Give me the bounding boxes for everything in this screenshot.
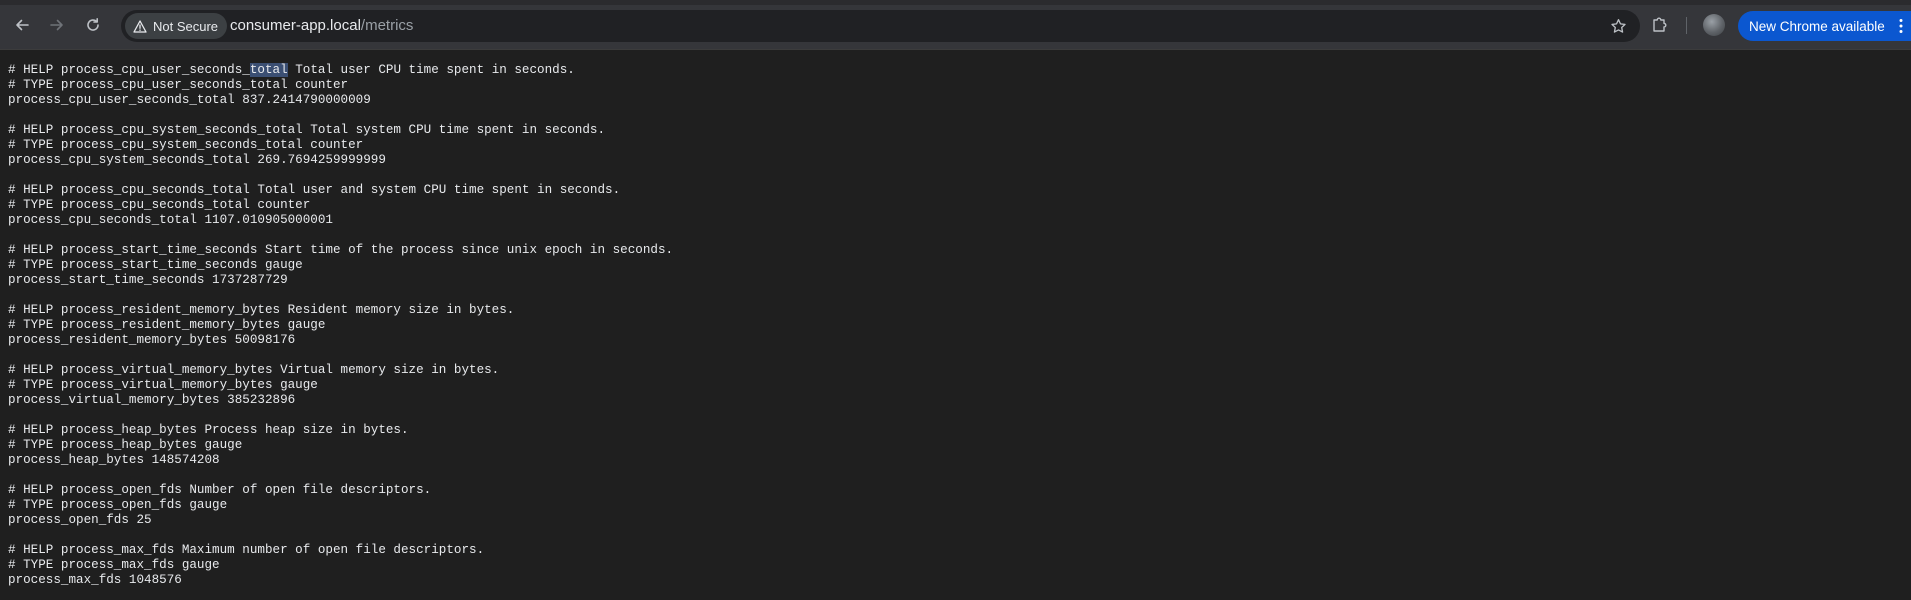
- extensions-button[interactable]: [1648, 13, 1672, 37]
- metrics-line-first: # HELP process_cpu_user_seconds_total To…: [8, 63, 575, 77]
- reload-button[interactable]: [80, 12, 106, 38]
- update-label: New Chrome available: [1749, 18, 1885, 34]
- url-path: /metrics: [360, 17, 414, 34]
- forward-arrow-icon: [50, 19, 63, 31]
- metrics-body: # TYPE process_cpu_user_seconds_total co…: [8, 78, 674, 587]
- toolbar-divider: [1686, 17, 1687, 34]
- forward-button[interactable]: [44, 12, 70, 38]
- browser-toolbar: Not Secure consumer-app.local/metrics Ne…: [0, 0, 1911, 50]
- security-label: Not Secure: [153, 18, 219, 34]
- puzzle-icon: [1653, 17, 1667, 32]
- selected-text: total: [249, 63, 288, 77]
- metrics-line-first-suffix: Total user CPU time spent in seconds.: [287, 63, 575, 77]
- back-button[interactable]: [9, 12, 35, 38]
- reload-icon: [87, 18, 99, 31]
- metrics-line-first-prefix: # HELP process_cpu_user_seconds_: [8, 63, 250, 77]
- kebab-menu-icon[interactable]: [1899, 18, 1903, 34]
- back-arrow-icon: [16, 19, 29, 31]
- metrics-text: # HELP process_cpu_user_seconds_total To…: [0, 51, 1911, 588]
- profile-avatar[interactable]: [1703, 14, 1725, 36]
- new-chrome-available-button[interactable]: New Chrome available: [1738, 11, 1911, 41]
- security-chip[interactable]: Not Secure: [125, 13, 228, 39]
- address-bar[interactable]: Not Secure consumer-app.local/metrics: [121, 10, 1640, 42]
- url-host: consumer-app.local: [230, 17, 361, 34]
- page-content: # HELP process_cpu_user_seconds_total To…: [0, 51, 1911, 600]
- tab-strip: [0, 0, 1911, 5]
- bookmark-star-button[interactable]: [1608, 16, 1628, 36]
- star-icon: [1610, 18, 1626, 33]
- url-text[interactable]: consumer-app.local/metrics: [230, 17, 413, 34]
- warning-triangle-icon: [133, 19, 147, 33]
